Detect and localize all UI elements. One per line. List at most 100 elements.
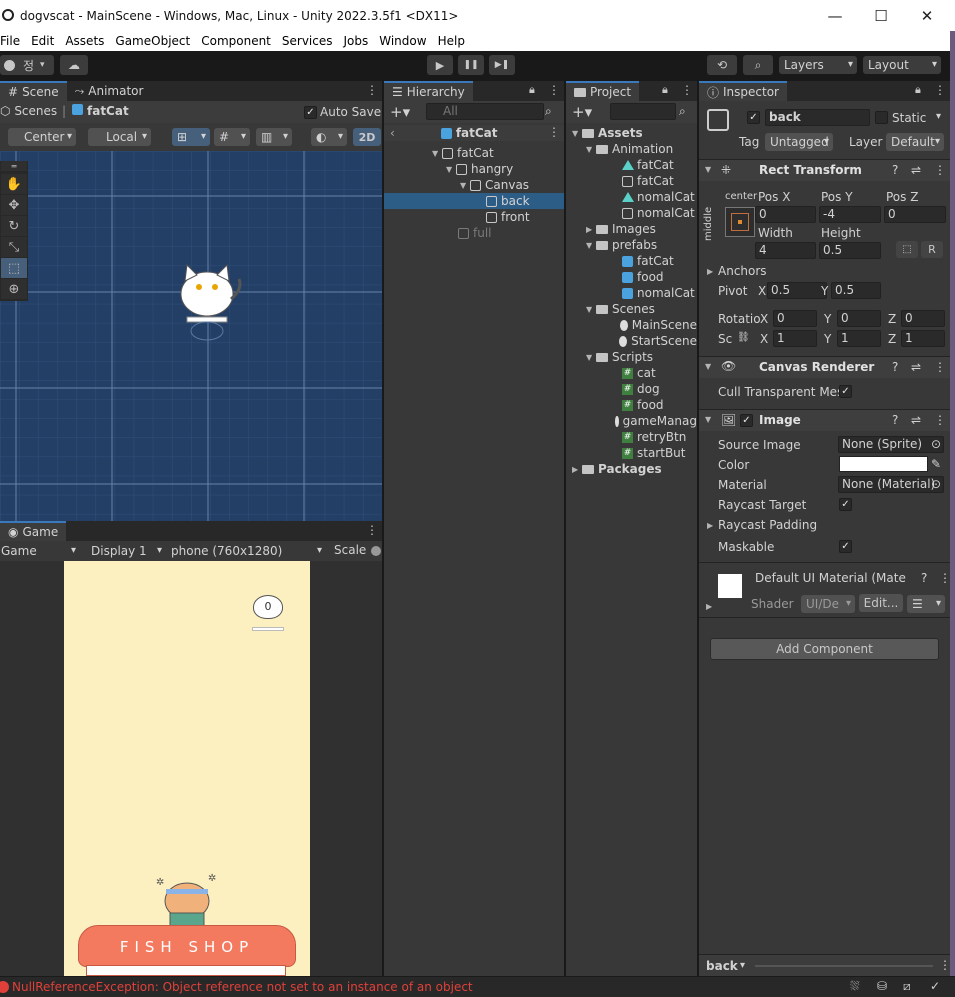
- preview-object-dropdown[interactable]: back: [701, 957, 749, 975]
- rotate-tool-icon[interactable]: ↻: [1, 216, 27, 236]
- progress-check-icon[interactable]: ✓: [930, 979, 940, 993]
- close-button[interactable]: ✕: [904, 0, 950, 31]
- menu-assets[interactable]: Assets: [59, 34, 109, 48]
- minimize-button[interactable]: —: [812, 0, 858, 31]
- pause-button[interactable]: ❚❚: [458, 55, 484, 75]
- project-script-gamemanager[interactable]: gameManag: [566, 413, 697, 429]
- menu-window[interactable]: Window: [373, 34, 431, 48]
- project-asset-nomalcat-clip[interactable]: nomalCat: [566, 189, 697, 205]
- help-icon[interactable]: ?: [921, 571, 927, 585]
- scene-viewport[interactable]: ═ ✋ ✥ ↻ ⤡ ⬚ ⊕: [0, 151, 382, 521]
- game-view[interactable]: 0 ✲ ✲ FISH SHOP: [64, 561, 310, 976]
- project-folder-assets[interactable]: ▼ Assets: [566, 125, 697, 141]
- foldout-arrow-icon[interactable]: ▼: [586, 145, 596, 154]
- tab-scene[interactable]: # Scene: [0, 81, 67, 101]
- account-dropdown[interactable]: 정 ▾: [0, 55, 54, 75]
- rotation-x-field[interactable]: 0: [773, 310, 817, 327]
- history-button[interactable]: ⟲: [707, 55, 737, 75]
- maximize-button[interactable]: ☐: [858, 0, 904, 31]
- pivot-x-field[interactable]: 0.5: [767, 282, 827, 299]
- rotation-z-field[interactable]: 0: [901, 310, 945, 327]
- material-foldout-icon[interactable]: ▶: [706, 602, 716, 611]
- snap-dropdown[interactable]: ⊞: [172, 128, 210, 146]
- game-menu-icon[interactable]: ⋮: [366, 523, 378, 537]
- color-swatch[interactable]: [839, 456, 928, 472]
- hierarchy-search-input[interactable]: All: [426, 103, 544, 120]
- menu-component[interactable]: Component: [195, 34, 276, 48]
- ruler-dropdown[interactable]: ▥: [256, 128, 292, 146]
- scale-x-field[interactable]: 1: [773, 330, 817, 347]
- posx-field[interactable]: 0: [755, 206, 816, 223]
- project-folder-animation[interactable]: ▼ Animation: [566, 141, 697, 157]
- project-menu-icon[interactable]: ⋮: [681, 83, 693, 97]
- foldout-arrow-icon[interactable]: ▶: [572, 465, 582, 474]
- foldout-arrow-icon[interactable]: ▼: [586, 241, 596, 250]
- debug-mode-icon[interactable]: ⧄: [903, 979, 911, 994]
- search-button[interactable]: ⌕: [743, 55, 773, 75]
- static-dropdown[interactable]: ▾: [936, 111, 941, 122]
- hierarchy-item-canvas[interactable]: ▼ Canvas: [384, 177, 564, 193]
- project-search-input[interactable]: [610, 103, 676, 120]
- help-icon[interactable]: ?: [892, 413, 898, 427]
- autosave-checkbox[interactable]: ✓: [304, 106, 317, 119]
- fatcat-sprite[interactable]: [175, 261, 245, 341]
- tab-project[interactable]: Project: [566, 81, 640, 101]
- scale-tool-icon[interactable]: ⤡: [1, 237, 27, 257]
- project-asset-nomalcat-controller[interactable]: nomalCat: [566, 205, 697, 221]
- image-header[interactable]: ▼ 🖼︎ ✓ Image ? ⇌ ⋮: [699, 409, 950, 431]
- render-pipeline-icon[interactable]: ⛆: [850, 979, 860, 994]
- grid-dropdown[interactable]: #: [214, 128, 250, 146]
- hierarchy-item-back[interactable]: back: [384, 193, 564, 209]
- project-asset-nomalcat-prefab[interactable]: nomalCat: [566, 285, 697, 301]
- project-script-food[interactable]: # food: [566, 397, 697, 413]
- lock-icon[interactable]: 🔒︎: [915, 83, 921, 97]
- create-asset-button[interactable]: +▾: [572, 103, 592, 121]
- active-checkbox[interactable]: ✓: [747, 111, 760, 124]
- material-menu-icon[interactable]: ⋮: [939, 571, 951, 585]
- posz-field[interactable]: 0: [884, 206, 946, 223]
- project-folder-scenes[interactable]: ▼ Scenes: [566, 301, 697, 317]
- project-script-startbut[interactable]: # startBut: [566, 445, 697, 461]
- source-image-field[interactable]: None (Sprite): [838, 436, 944, 453]
- foldout-arrow-icon[interactable]: ▼: [586, 305, 596, 314]
- tag-dropdown[interactable]: Untagged: [765, 133, 833, 151]
- hand-tool-icon[interactable]: ✋: [1, 174, 27, 194]
- anchors-foldout-icon[interactable]: ▶: [707, 267, 717, 276]
- hierarchy-menu-icon[interactable]: ⋮: [548, 83, 560, 97]
- footer-menu-icon[interactable]: ⋮: [939, 958, 951, 972]
- project-asset-fatcat-prefab[interactable]: fatCat: [566, 253, 697, 269]
- lock-icon[interactable]: 🔒︎: [662, 83, 668, 97]
- layer-dropdown[interactable]: Default: [886, 133, 944, 151]
- back-arrow-icon[interactable]: ‹: [390, 126, 395, 140]
- menu-jobs[interactable]: Jobs: [338, 34, 374, 48]
- raycast-padding-label[interactable]: Raycast Padding: [718, 518, 817, 532]
- tab-hierarchy[interactable]: ☰ Hierarchy: [384, 81, 473, 101]
- help-icon[interactable]: ?: [892, 163, 898, 177]
- project-folder-packages[interactable]: ▶ Packages: [566, 461, 697, 477]
- tab-animator[interactable]: ⤳ Animator: [67, 81, 152, 101]
- hierarchy-item-hangry[interactable]: ▼ hangry: [384, 161, 564, 177]
- rotation-y-field[interactable]: 0: [837, 310, 881, 327]
- cull-checkbox[interactable]: ✓: [839, 385, 852, 398]
- project-script-dog[interactable]: # dog: [566, 381, 697, 397]
- play-button[interactable]: ▶: [427, 55, 453, 75]
- rect-tool-icon[interactable]: ⬚: [1, 258, 27, 278]
- scale-y-field[interactable]: 1: [837, 330, 881, 347]
- search-filter-icon[interactable]: ⌕: [679, 104, 686, 119]
- hierarchy-item-front[interactable]: front: [384, 209, 564, 225]
- project-script-retrybtn[interactable]: # retryBtn: [566, 429, 697, 445]
- shader-dropdown[interactable]: UI/De: [801, 595, 855, 613]
- breadcrumb-scenes[interactable]: ⬡ Scenes: [0, 104, 57, 118]
- eyedropper-icon[interactable]: ✎: [931, 457, 941, 471]
- pivot-y-field[interactable]: 0.5: [831, 282, 881, 299]
- add-component-button[interactable]: Add Component: [710, 638, 939, 660]
- layout-dropdown[interactable]: Layout: [863, 56, 941, 74]
- add-object-button[interactable]: +▾: [390, 103, 410, 121]
- project-asset-fatcat-clip[interactable]: fatCat: [566, 157, 697, 173]
- preset-icon[interactable]: ⇌: [911, 163, 921, 177]
- project-asset-startscene[interactable]: StartScene: [566, 333, 697, 349]
- foldout-arrow-icon[interactable]: ▼: [572, 129, 582, 138]
- inspector-menu-icon[interactable]: ⋮: [934, 83, 946, 97]
- edit-shader-button[interactable]: Edit...: [859, 594, 903, 612]
- preset-icon[interactable]: ⇌: [911, 413, 921, 427]
